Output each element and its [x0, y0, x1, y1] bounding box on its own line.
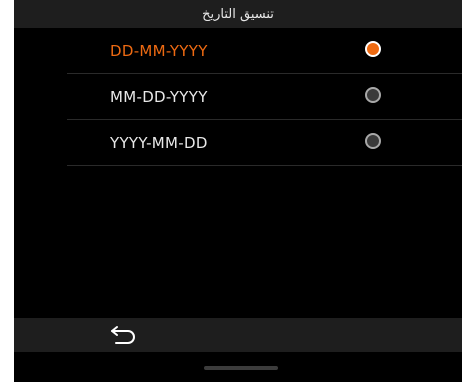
date-format-list: DD-MM-YYYY MM-DD-YYYY YYYY-MM-DD — [14, 28, 462, 166]
back-button[interactable] — [106, 322, 142, 348]
home-indicator[interactable] — [204, 366, 278, 370]
option-dd-mm-yyyy[interactable]: DD-MM-YYYY — [67, 28, 462, 74]
radio-button[interactable] — [365, 87, 381, 103]
radio-button-selected[interactable] — [365, 41, 381, 57]
settings-screen: تنسيق التاريخ DD-MM-YYYY MM-DD-YYYY YYYY… — [14, 0, 462, 382]
option-label: DD-MM-YYYY — [110, 42, 208, 60]
option-mm-dd-yyyy[interactable]: MM-DD-YYYY — [67, 74, 462, 120]
radio-button[interactable] — [365, 133, 381, 149]
option-label: MM-DD-YYYY — [110, 88, 208, 106]
title-bar: تنسيق التاريخ — [14, 0, 462, 28]
option-yyyy-mm-dd[interactable]: YYYY-MM-DD — [67, 120, 462, 166]
page-title: تنسيق التاريخ — [202, 6, 274, 22]
bottom-bar — [14, 318, 462, 352]
option-label: YYYY-MM-DD — [110, 134, 208, 152]
back-arrow-icon — [111, 326, 135, 344]
